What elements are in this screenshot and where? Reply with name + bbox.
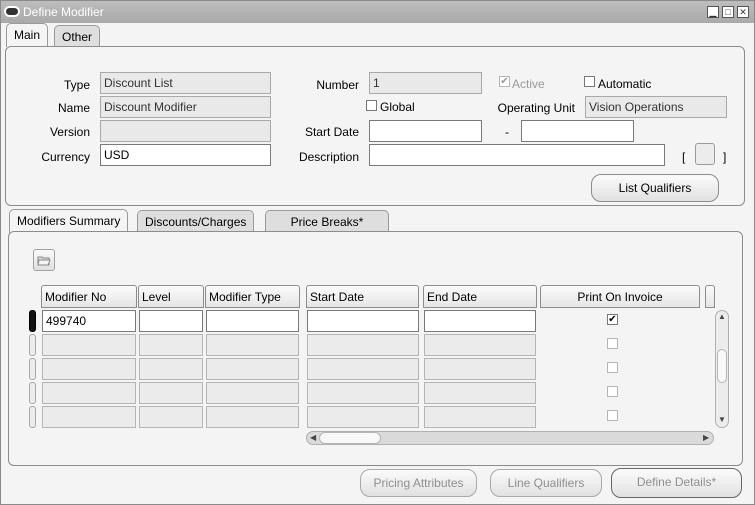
row-indicator[interactable] <box>29 358 36 380</box>
descriptive-flexfield[interactable] <box>695 143 715 165</box>
date-dash: - <box>505 125 509 139</box>
automatic-checkbox[interactable] <box>584 76 595 87</box>
automatic-label: Automatic <box>598 77 652 91</box>
scroll-down-icon[interactable]: ▼ <box>718 415 726 424</box>
table-row-cell-end-date[interactable] <box>424 406 536 428</box>
col-header-end-date[interactable]: End Date <box>423 285 537 308</box>
app-icon <box>4 6 20 17</box>
table-row-cell-modifier-type[interactable] <box>206 334 299 356</box>
table-row-cell-modifier-no[interactable]: 499740 <box>42 310 136 332</box>
currency-field[interactable]: USD <box>100 144 271 166</box>
table-row-cell-modifier-type[interactable] <box>206 406 299 428</box>
open-folder-icon <box>37 256 51 266</box>
vertical-scroll-thumb[interactable] <box>717 349 727 383</box>
table-row-cell-modifier-no[interactable] <box>42 382 136 404</box>
table-row-cell-end-date[interactable] <box>424 358 536 380</box>
table-row-cell-start-date[interactable] <box>307 334 419 356</box>
number-label: Number <box>316 78 359 92</box>
close-button[interactable]: ✕ <box>737 6 749 18</box>
col-header-level[interactable]: Level <box>138 285 204 308</box>
version-label: Version <box>49 125 90 139</box>
active-checkbox[interactable]: ✔ <box>499 76 510 87</box>
list-qualifiers-button[interactable]: List Qualifiers <box>591 174 719 202</box>
start-date-field[interactable] <box>369 120 482 142</box>
global-label: Global <box>380 100 415 114</box>
print-on-invoice-checkbox[interactable] <box>607 386 618 397</box>
start-date-label: Start Date <box>304 125 359 139</box>
check-icon: ✔ <box>608 314 617 325</box>
operating-unit-label: Operating Unit <box>497 101 575 115</box>
table-row-cell-start-date[interactable] <box>307 310 419 332</box>
vertical-scrollbar[interactable]: ▲ ▼ <box>715 310 729 428</box>
table-row-cell-start-date[interactable] <box>307 406 419 428</box>
name-label: Name <box>57 101 90 115</box>
type-label: Type <box>63 78 90 92</box>
active-label: Active <box>512 77 545 91</box>
table-row-cell-level[interactable] <box>139 358 203 380</box>
dff-bracket-close: ] <box>723 150 727 164</box>
table-row-cell-modifier-type[interactable] <box>206 310 299 332</box>
pricing-attributes-button[interactable]: Pricing Attributes <box>360 469 477 497</box>
print-on-invoice-checkbox[interactable] <box>607 410 618 421</box>
title-bar: Define Modifier ▁ □ ✕ <box>1 1 754 23</box>
table-row-cell-level[interactable] <box>139 334 203 356</box>
type-field[interactable]: Discount List <box>100 72 271 94</box>
table-row-cell-start-date[interactable] <box>307 382 419 404</box>
row-indicator[interactable] <box>29 382 36 404</box>
col-header-print-on-invoice[interactable]: Print On Invoice <box>540 285 700 308</box>
table-row-cell-level[interactable] <box>139 382 203 404</box>
scroll-right-icon[interactable]: ▶ <box>703 433 709 442</box>
table-row-cell-end-date[interactable] <box>424 310 536 332</box>
col-header-modifier-type[interactable]: Modifier Type <box>205 285 300 308</box>
operating-unit-field[interactable]: Vision Operations <box>585 96 727 118</box>
table-row-cell-end-date[interactable] <box>424 382 536 404</box>
col-header-start-date[interactable]: Start Date <box>306 285 419 308</box>
tab-main[interactable]: Main <box>6 23 49 47</box>
table-row-cell-modifier-type[interactable] <box>206 382 299 404</box>
define-modifier-window: Define Modifier ▁ □ ✕ Main Other Type Di… <box>0 0 755 505</box>
row-indicator[interactable] <box>29 406 36 428</box>
end-date-field[interactable] <box>521 120 634 142</box>
define-details-button[interactable]: Define Details* <box>611 468 742 498</box>
open-folder-button[interactable] <box>33 249 55 271</box>
table-row-cell-level[interactable] <box>139 406 203 428</box>
table-row-cell-level[interactable] <box>139 310 203 332</box>
table-row-cell-start-date[interactable] <box>307 358 419 380</box>
window-title: Define Modifier <box>23 5 104 19</box>
col-header-modifier-no[interactable]: Modifier No <box>41 285 137 308</box>
dff-bracket-open: [ <box>682 150 686 164</box>
tab-modifiers-summary[interactable]: Modifiers Summary <box>9 209 129 233</box>
version-field[interactable] <box>100 120 271 142</box>
maximize-button[interactable]: □ <box>722 6 734 18</box>
row-indicator[interactable] <box>29 334 36 356</box>
scroll-left-icon[interactable]: ◀ <box>310 433 316 442</box>
col-header-more <box>705 285 715 308</box>
print-on-invoice-checkbox[interactable]: ✔ <box>607 314 618 325</box>
line-qualifiers-button[interactable]: Line Qualifiers <box>490 469 602 497</box>
print-on-invoice-checkbox[interactable] <box>607 338 618 349</box>
row-indicator[interactable] <box>29 310 36 332</box>
table-row-cell-modifier-no[interactable] <box>42 406 136 428</box>
description-label: Description <box>298 150 359 164</box>
name-field[interactable]: Discount Modifier <box>100 96 271 118</box>
table-row-cell-modifier-no[interactable] <box>42 358 136 380</box>
minimize-button[interactable]: ▁ <box>707 6 719 18</box>
table-row-cell-modifier-no[interactable] <box>42 334 136 356</box>
tab-price-breaks[interactable]: Price Breaks* <box>265 210 389 232</box>
currency-label: Currency <box>41 150 90 164</box>
print-on-invoice-checkbox[interactable] <box>607 362 618 373</box>
global-checkbox[interactable] <box>366 100 377 111</box>
tab-discounts-charges[interactable]: Discounts/Charges <box>137 210 255 232</box>
number-field[interactable]: 1 <box>369 72 482 94</box>
horizontal-scrollbar[interactable]: ◀ ▶ <box>306 431 714 445</box>
table-row-cell-end-date[interactable] <box>424 334 536 356</box>
check-icon: ✔ <box>500 76 509 87</box>
tab-other[interactable]: Other <box>54 25 101 47</box>
horizontal-scroll-thumb[interactable] <box>319 432 381 444</box>
table-row-cell-modifier-type[interactable] <box>206 358 299 380</box>
description-field[interactable] <box>369 144 665 166</box>
scroll-up-icon[interactable]: ▲ <box>718 312 726 321</box>
